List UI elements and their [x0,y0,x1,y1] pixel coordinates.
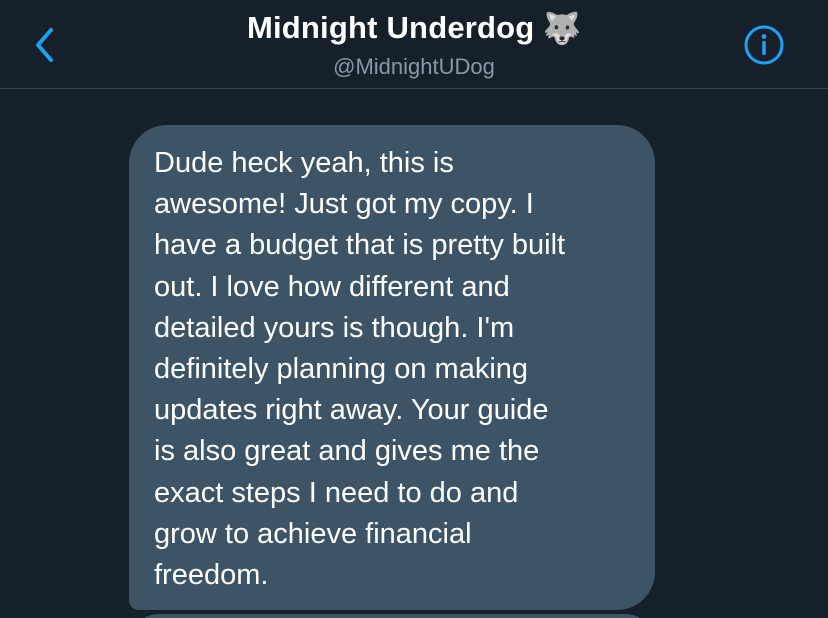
contact-handle: @MidnightUDog [333,54,495,79]
contact-name: Midnight Underdog [246,10,535,45]
message-text-line: awesome! Just got my copy. I [154,188,534,221]
message-text-line: Dude heck yeah, this is [154,147,454,179]
message-text-line: is also great and gives me the [154,435,540,468]
message-text-line: exact steps I need to do and [154,476,519,509]
message-text-line: have a budget that is pretty built [154,229,566,262]
message-text-line: out. I love how different and [154,270,510,303]
next-message-bubble[interactable] [129,614,655,618]
conversation-header: Midnight Underdog 🐺 @MidnightUDog [0,0,828,89]
received-message-bubble[interactable]: Dude heck yeah, this is awesome! Just go… [129,125,655,610]
message-text-line: definitely planning on making [154,353,529,386]
conversation-info-button[interactable] [743,24,785,66]
message-text-line: detailed yours is though. I'm [154,311,515,344]
wolf-emoji: 🐺 [542,10,582,46]
message-text-line: freedom. [154,559,269,592]
message-text-line: grow to achieve financial [154,517,472,550]
header-title-block[interactable]: Midnight Underdog 🐺 @MidnightUDog [0,10,828,80]
dm-conversation-screen: Midnight Underdog 🐺 @MidnightUDog Dude h… [0,0,828,618]
message-text-line: updates right away. Your guide [154,394,549,427]
info-circle-icon [744,25,784,65]
